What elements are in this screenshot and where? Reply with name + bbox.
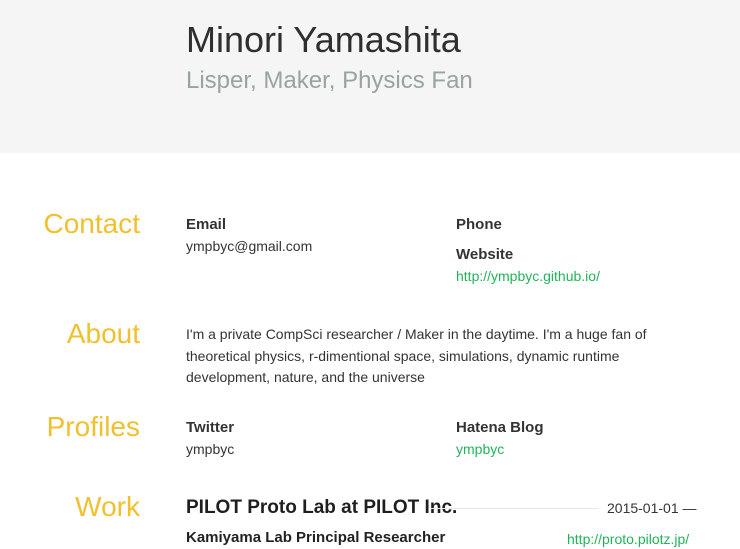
about-line: theoretical physics, r-dimentional space… [186, 347, 620, 364]
person-tagline: Lisper, Maker, Physics Fan [186, 67, 473, 94]
profiles-section-title: Profiles [46, 411, 140, 442]
work-divider [430, 508, 598, 509]
website-label: Website [456, 246, 514, 263]
twitter-label: Twitter [186, 419, 235, 436]
work-date: 2015-01-01 — [607, 500, 697, 516]
person-name: Minori Yamashita [186, 19, 461, 60]
about-description: I'm a private CompSci researcher / Maker… [186, 324, 656, 389]
email-label: Email [186, 216, 227, 233]
hatena-label: Hatena Blog [456, 419, 544, 436]
work-url-link[interactable]: http://proto.pilotz.jp/ [567, 530, 689, 548]
hatena-link[interactable]: ympbyc [456, 440, 504, 458]
work-section-title: Work [75, 491, 140, 522]
twitter-value: ympbyc [186, 441, 235, 457]
website-link[interactable]: http://ympbyc.github.io/ [456, 267, 600, 285]
work-company: PILOT Proto Lab at PILOT Inc. [186, 497, 458, 518]
email-value: ympbyc@gmail.com [186, 238, 313, 254]
phone-label: Phone [456, 216, 502, 233]
resume-header: Minori Yamashita Lisper, Maker, Physics … [0, 0, 740, 153]
about-section-title: About [66, 318, 140, 349]
contact-section-title: Contact [43, 208, 141, 239]
about-line: I'm a private CompSci researcher / Maker… [186, 326, 647, 342]
about-line: development, nature, and the universe [186, 369, 425, 385]
work-role: Kamiyama Lab Principal Researcher [186, 529, 446, 546]
